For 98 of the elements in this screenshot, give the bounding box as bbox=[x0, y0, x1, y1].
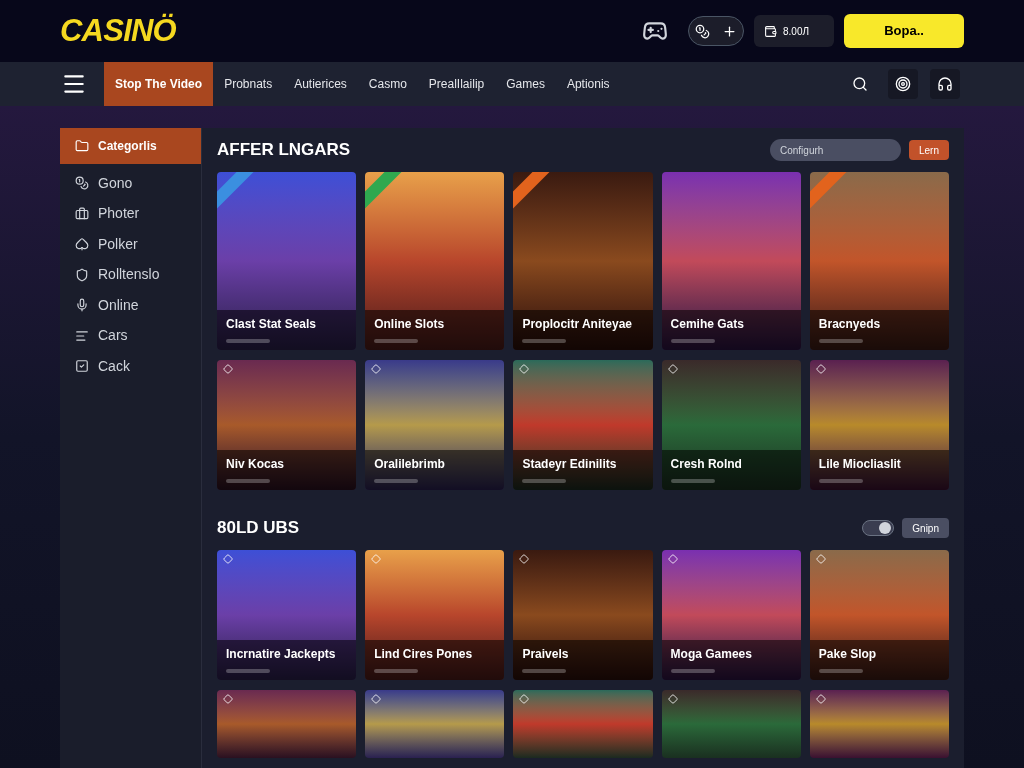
game-card[interactable] bbox=[513, 690, 653, 758]
game-card[interactable] bbox=[217, 690, 357, 758]
diamond-icon bbox=[371, 694, 382, 704]
wallet-icon bbox=[764, 24, 777, 38]
game-title: Pake Slop bbox=[818, 646, 878, 663]
sidebar-item[interactable]: Rolltenslo bbox=[60, 259, 201, 290]
primary-button[interactable]: Bopa.. bbox=[844, 14, 964, 48]
category-label: Photer bbox=[98, 204, 140, 224]
game-title: Cresh Rolnd bbox=[670, 456, 743, 473]
category-label: Cars bbox=[98, 326, 128, 346]
sidebar-item[interactable]: Online bbox=[60, 290, 201, 321]
game-title: Moga Gamees bbox=[670, 646, 753, 663]
game-card[interactable]: Incrnatire Jackepts bbox=[217, 550, 357, 680]
game-card[interactable]: Proplocitr Aniteyae bbox=[513, 172, 653, 350]
diamond-icon bbox=[223, 554, 233, 564]
game-title: Cemihe Gats bbox=[670, 316, 745, 333]
game-card[interactable]: Clast Stat Seals bbox=[217, 172, 357, 350]
headset-icon bbox=[937, 76, 953, 92]
category-label: Gono bbox=[98, 173, 133, 193]
nav-tab[interactable]: PrealIlailip bbox=[417, 62, 496, 106]
toggle-knob bbox=[879, 522, 892, 534]
sidebar-item[interactable]: Gono bbox=[60, 168, 201, 199]
search-icon[interactable] bbox=[852, 76, 868, 92]
game-title: Stadeyr Edinilits bbox=[522, 456, 618, 473]
game-title: Praivels bbox=[522, 646, 570, 663]
category-icon bbox=[75, 237, 89, 252]
game-card[interactable]: Niv Kocas bbox=[217, 360, 357, 490]
game-card[interactable]: Moga Gamees bbox=[661, 550, 801, 680]
category-icon bbox=[75, 359, 89, 374]
game-title: Clast Stat Seals bbox=[226, 316, 318, 333]
sidebar-item[interactable]: Photer bbox=[60, 198, 201, 229]
game-title: Online Slots bbox=[374, 316, 446, 333]
nav-tab[interactable]: Aptionis bbox=[555, 62, 621, 106]
nav-tab[interactable]: Casmo bbox=[357, 62, 418, 106]
category-label: Cack bbox=[98, 356, 130, 376]
support-button[interactable] bbox=[930, 69, 960, 99]
game-title: Lind Cires Pones bbox=[374, 646, 474, 663]
game-title: Proplocitr Aniteyae bbox=[522, 316, 633, 333]
game-title: Bracnyeds bbox=[818, 316, 882, 333]
game-title: Oralilebrimb bbox=[374, 456, 446, 473]
game-card[interactable]: Pake Slop bbox=[809, 550, 949, 680]
category-label: Categorlis bbox=[98, 138, 157, 155]
diamond-icon bbox=[223, 694, 233, 704]
category-label: Polker bbox=[98, 234, 138, 254]
nav-tab[interactable]: Probnats bbox=[213, 62, 284, 106]
game-card[interactable] bbox=[809, 690, 949, 758]
plus-icon[interactable] bbox=[722, 23, 737, 39]
game-card[interactable]: Bracnyeds bbox=[809, 172, 949, 350]
coin-icon[interactable] bbox=[695, 23, 710, 39]
nav-tab[interactable]: Stop The Video bbox=[104, 62, 214, 106]
diamond-icon bbox=[371, 554, 382, 564]
game-card[interactable]: Online Slots bbox=[365, 172, 505, 350]
diamond-icon bbox=[667, 364, 678, 374]
section-title: AFFER LNGARS bbox=[217, 139, 351, 162]
game-card[interactable]: Cresh Rolnd bbox=[661, 360, 801, 490]
section-title: 80LD UBS bbox=[217, 517, 300, 540]
diamond-icon bbox=[815, 694, 826, 704]
target-icon bbox=[895, 76, 911, 92]
sidebar-item[interactable]: Cars bbox=[60, 320, 201, 351]
game-title: Incrnatire Jackepts bbox=[226, 646, 337, 663]
category-icon bbox=[75, 328, 89, 343]
game-card[interactable]: Lind Cires Pones bbox=[365, 550, 505, 680]
game-card[interactable]: Lile Miocliaslit bbox=[809, 360, 949, 490]
category-label: Rolltenslo bbox=[98, 265, 160, 285]
sidebar-item[interactable]: Polker bbox=[60, 229, 201, 260]
category-icon bbox=[75, 139, 89, 153]
diamond-icon bbox=[815, 364, 826, 374]
game-title: Lile Miocliaslit bbox=[818, 456, 902, 473]
section-button[interactable]: Lern bbox=[909, 140, 949, 160]
nav-tab[interactable]: Autierices bbox=[283, 62, 358, 106]
toggle-pill[interactable] bbox=[862, 520, 895, 536]
diamond-icon bbox=[815, 554, 826, 564]
category-icon bbox=[75, 267, 89, 282]
game-card[interactable]: Praivels bbox=[513, 550, 653, 680]
diamond-icon bbox=[667, 694, 678, 704]
search-field[interactable]: Configurh bbox=[770, 139, 901, 161]
game-card[interactable]: Stadeyr Edinilits bbox=[513, 360, 653, 490]
game-card[interactable]: Oralilebrimb bbox=[365, 360, 505, 490]
game-title: Niv Kocas bbox=[226, 456, 286, 473]
target-button[interactable] bbox=[888, 69, 918, 99]
diamond-icon bbox=[519, 694, 530, 704]
diamond-icon bbox=[371, 364, 382, 374]
category-icon bbox=[75, 298, 89, 313]
game-card[interactable] bbox=[365, 690, 505, 758]
wallet-button[interactable]: 8.00Л bbox=[754, 15, 834, 47]
diamond-icon bbox=[223, 364, 233, 374]
sidebar-item[interactable]: Categorlis bbox=[60, 128, 201, 164]
section-button[interactable]: Gnipn bbox=[902, 518, 949, 538]
logo[interactable]: CASINÖ bbox=[60, 7, 176, 55]
diamond-icon bbox=[667, 554, 678, 564]
category-icon bbox=[75, 206, 89, 221]
category-label: Online bbox=[98, 295, 139, 315]
category-icon bbox=[75, 176, 89, 191]
nav-tab[interactable]: Games bbox=[495, 62, 556, 106]
diamond-icon bbox=[519, 364, 530, 374]
sidebar-item[interactable]: Cack bbox=[60, 351, 201, 382]
game-card[interactable]: Cemihe Gats bbox=[661, 172, 801, 350]
diamond-icon bbox=[519, 554, 530, 564]
